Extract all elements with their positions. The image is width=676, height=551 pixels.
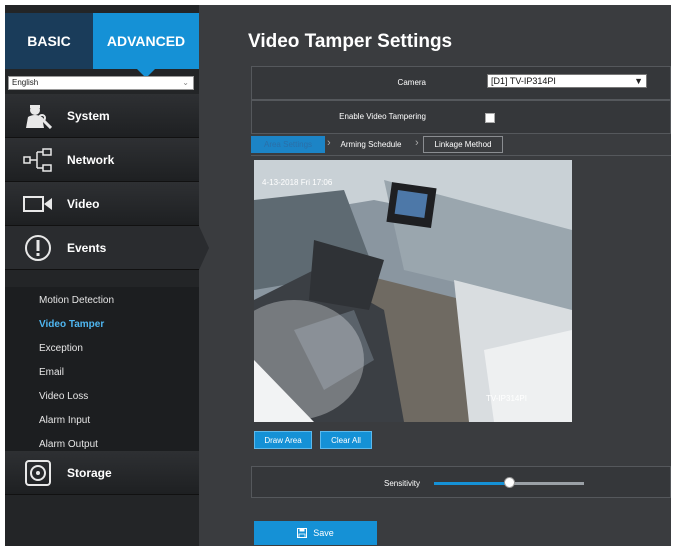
camera-select-value: [D1] TV-IP314PI [491, 76, 556, 86]
video-timestamp-overlay: 4-13-2018 Fri 17:06 [262, 178, 333, 187]
submenu-item-alarm-input[interactable]: Alarm Input [39, 415, 90, 426]
page-title: Video Tamper Settings [248, 31, 453, 52]
submenu-item-video-tamper[interactable]: Video Tamper [39, 319, 104, 330]
nav-label-video: Video [67, 196, 100, 211]
camera-row: Camera [D1] TV-IP314PI ▼ [251, 66, 671, 100]
nav-label-storage: Storage [67, 465, 112, 480]
submenu-item-exception[interactable]: Exception [39, 343, 83, 354]
camera-label: Camera [397, 78, 426, 87]
settings-subtabs: Area Settings › Arming Schedule › Linkag… [251, 135, 671, 156]
language-select[interactable]: English ⌄ [8, 76, 194, 90]
chevron-down-icon: ▼ [634, 76, 643, 86]
alert-icon [21, 234, 55, 261]
draw-area-button[interactable]: Draw Area [254, 431, 312, 449]
sensitivity-row: Sensitivity [251, 466, 671, 498]
network-icon [21, 147, 55, 173]
mode-tabs: BASIC ADVANCED [5, 13, 199, 78]
sidebar: BASIC ADVANCED English ⌄ System Network … [5, 5, 209, 546]
main-content: Video Tamper Settings Camera [D1] TV-IP3… [199, 5, 671, 546]
submenu-item-alarm-output[interactable]: Alarm Output [39, 439, 98, 450]
video-camera-icon [21, 191, 55, 217]
nav-label-events: Events [67, 240, 107, 255]
tab-linkage-method[interactable]: Linkage Method [423, 136, 503, 153]
events-submenu: Motion Detection Video Tamper Exception … [5, 287, 199, 451]
advanced-mode-tab[interactable]: ADVANCED [93, 13, 199, 78]
save-button[interactable]: Save [254, 521, 377, 545]
chevron-right-icon: › [415, 137, 419, 149]
basic-mode-tab[interactable]: BASIC [5, 13, 93, 69]
app-frame: BASIC ADVANCED English ⌄ System Network … [5, 5, 671, 546]
sensitivity-slider[interactable] [434, 475, 584, 491]
nav-item-storage[interactable]: Storage [5, 451, 199, 495]
enable-tampering-row: Enable Video Tampering [251, 100, 671, 134]
nav-item-events[interactable]: Events [5, 226, 209, 270]
slider-fill [434, 482, 509, 485]
nav-label-system: System [67, 108, 110, 123]
video-preview[interactable]: 4-13-2018 Fri 17:06 TV-IP314PI [254, 160, 572, 422]
sensitivity-label: Sensitivity [383, 479, 420, 488]
storage-disk-icon [21, 459, 55, 486]
floppy-disk-icon [297, 528, 308, 538]
chevron-down-icon: ⌄ [182, 78, 189, 87]
slider-handle[interactable] [504, 477, 515, 488]
tab-arming-schedule[interactable]: Arming Schedule [327, 136, 415, 153]
clear-all-button[interactable]: Clear All [320, 431, 372, 449]
video-camera-name-overlay: TV-IP314PI [486, 394, 527, 403]
nav-item-video[interactable]: Video [5, 182, 199, 226]
nav-item-network[interactable]: Network [5, 138, 199, 182]
nav-label-network: Network [67, 152, 115, 167]
save-button-label: Save [313, 528, 334, 538]
admin-user-icon [21, 103, 55, 129]
enable-tampering-checkbox[interactable] [485, 113, 495, 123]
submenu-item-video-loss[interactable]: Video Loss [39, 391, 88, 402]
submenu-item-email[interactable]: Email [39, 367, 64, 378]
camera-scene-image [254, 160, 572, 422]
camera-select[interactable]: [D1] TV-IP314PI ▼ [487, 74, 647, 88]
language-select-value: English [12, 78, 39, 87]
nav-item-system[interactable]: System [5, 94, 199, 138]
tab-area-settings[interactable]: Area Settings [251, 136, 325, 153]
enable-tampering-label: Enable Video Tampering [339, 112, 426, 121]
submenu-item-motion-detection[interactable]: Motion Detection [39, 295, 114, 306]
